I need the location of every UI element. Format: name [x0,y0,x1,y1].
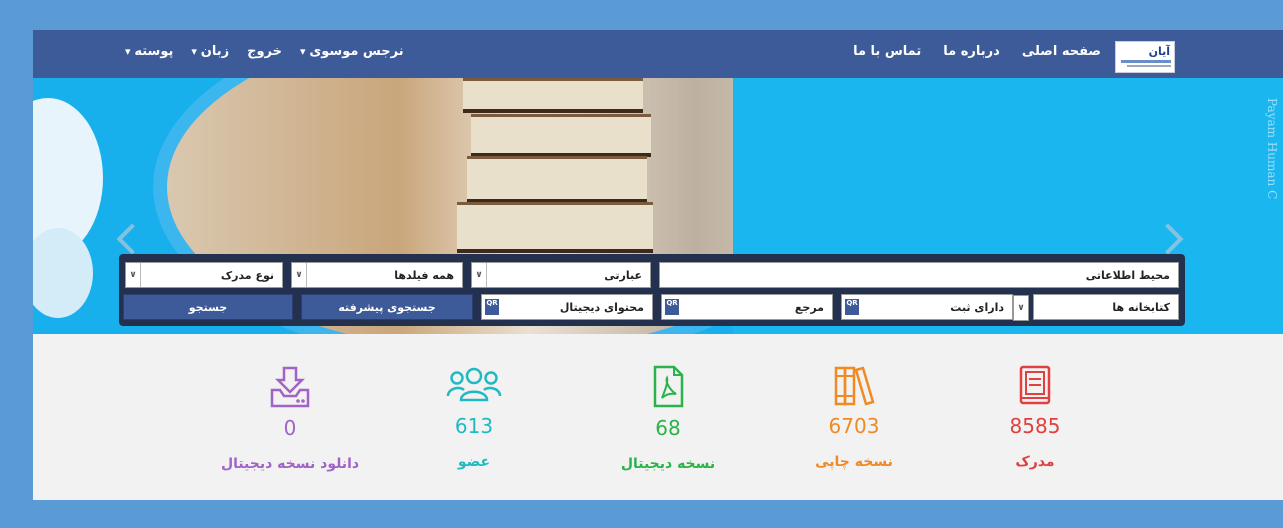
advanced-search-button[interactable]: جستجوی پیشرفته [301,294,473,320]
chevron-down-icon: ∨ [292,263,307,287]
user-dropdown[interactable]: نرجس موسوی [300,44,403,59]
pdf-file-icon [653,365,684,408]
nav-about-link[interactable]: درباره ما [943,44,1000,59]
search-panel: محیط اطلاعاتی عبارتی ∨ همه فیلدها ∨ نوع … [119,254,1185,326]
reference-field[interactable]: مرجع QR [661,294,833,320]
members-icon [446,367,502,402]
search-button[interactable]: جستجو [123,294,293,320]
main-menu: صفحه اصلی درباره ما تماس با ما [853,44,1101,59]
stat-members-value: 613 [454,414,494,438]
carousel-prev-icon[interactable] [116,223,148,255]
logo-bar-small [1127,65,1171,67]
doc-type-select[interactable]: نوع مدرک ∨ [125,262,283,288]
nav-contact-link[interactable]: تماس با ما [853,44,921,59]
logo-bar [1121,60,1171,63]
libraries-select-value: کتابخانه ها [1112,301,1170,314]
registration-label: دارای ثبت [950,301,1004,314]
stat-print-copies[interactable]: 6703 نسخه چاپی [784,364,924,470]
page-frame: آیان صفحه اصلی درباره ما تماس با ما نرجس… [33,30,1283,500]
top-navbar: آیان صفحه اصلی درباره ما تماس با ما نرجس… [33,30,1283,78]
qr-code-icon: QR [665,299,679,315]
info-scope-field[interactable]: محیط اطلاعاتی [659,262,1179,288]
stat-downloads-label: دانلود نسخه دیجیتال [220,456,360,472]
qr-code-icon: QR [485,299,499,315]
digital-content-field[interactable]: محتوای دیجیتال QR [481,294,653,320]
reference-label: مرجع [794,301,824,314]
site-logo[interactable]: آیان [1115,41,1175,73]
stat-documents-label: مدرک [1015,454,1055,470]
logo-text: آیان [1148,45,1170,58]
doc-type-select-value: نوع مدرک [220,269,274,282]
chevron-down-icon: ∨ [126,263,141,287]
stat-digital-copies[interactable]: 68 نسخه دیجیتال [598,364,738,472]
stat-print-label: نسخه چاپی [815,454,893,470]
stat-print-value: 6703 [828,414,880,438]
banner-watermark: Payam Human C [1265,98,1279,200]
info-scope-label: محیط اطلاعاتی [1085,269,1170,282]
libraries-select[interactable]: کتابخانه ها [1033,294,1179,320]
stat-documents[interactable]: 8585 مدرک [965,364,1105,470]
qr-code-icon: QR [845,299,859,315]
download-icon [270,366,310,408]
fields-select-value: همه فیلدها [394,269,454,282]
phrase-select-value: عبارتی [604,269,642,282]
stat-digital-label: نسخه دیجیتال [620,456,716,472]
nav-home-link[interactable]: صفحه اصلی [1022,44,1101,59]
stat-members-label: عضو [457,454,491,470]
books-icon [834,366,875,406]
book-icon [1019,365,1051,405]
stat-downloads-value: 0 [283,416,297,440]
fields-select[interactable]: همه فیلدها ∨ [291,262,463,288]
digital-content-label: محتوای دیجیتال [559,301,644,314]
chevron-down-icon: ∨ [472,263,487,287]
logout-link[interactable]: خروج [247,44,282,59]
language-dropdown[interactable]: زبان [191,44,229,59]
stat-documents-value: 8585 [1009,414,1061,438]
stat-members[interactable]: 613 عضو [404,364,544,470]
stat-digital-value: 68 [655,416,681,440]
theme-dropdown[interactable]: پوسته [125,44,173,59]
chevron-down-icon[interactable]: ∨ [1013,295,1029,321]
phrase-select[interactable]: عبارتی ∨ [471,262,651,288]
user-menu: نرجس موسوی خروج زبان پوسته [125,44,403,59]
books-image [457,78,663,268]
decorative-splash [33,228,93,318]
stat-downloads[interactable]: 0 دانلود نسخه دیجیتال [220,364,360,472]
registration-field[interactable]: ∨ دارای ثبت QR [841,294,1029,321]
